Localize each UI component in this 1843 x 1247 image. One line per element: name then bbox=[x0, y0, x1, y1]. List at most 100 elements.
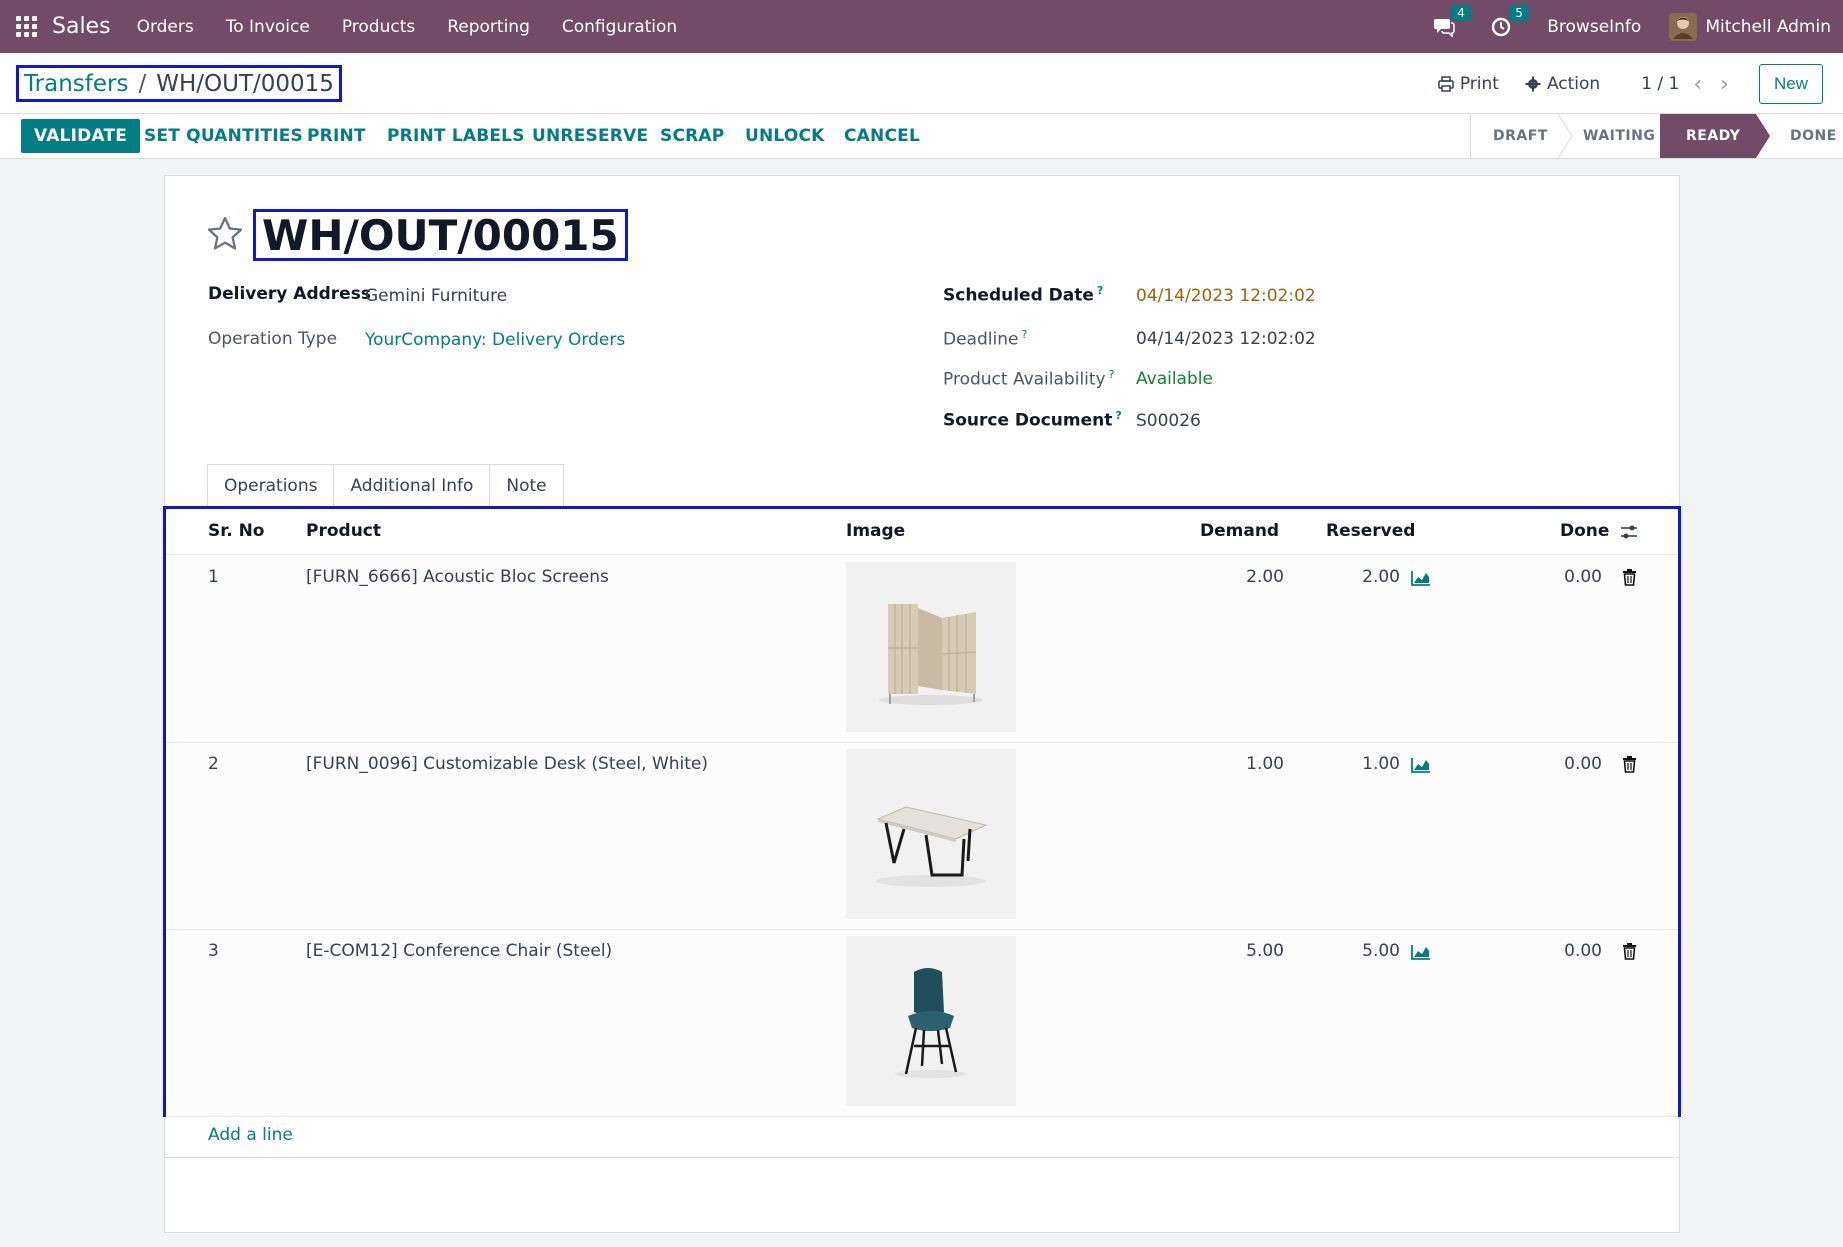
product-availability-value: Available bbox=[1136, 369, 1213, 389]
action-bar: VALIDATE SET QUANTITIES PRINT PRINT LABE… bbox=[0, 114, 1843, 159]
printer-icon bbox=[1438, 76, 1454, 92]
deadline-value[interactable]: 04/14/2023 12:02:02 bbox=[1136, 329, 1316, 349]
menu-configuration[interactable]: Configuration bbox=[562, 17, 677, 37]
delivery-address-value[interactable]: Gemini Furniture bbox=[365, 286, 507, 306]
row-reserved: 5.00 bbox=[1362, 941, 1400, 961]
help-icon[interactable]: ? bbox=[1115, 409, 1121, 422]
row-reserved: 1.00 bbox=[1362, 754, 1400, 774]
cancel-button[interactable]: CANCEL bbox=[844, 119, 920, 153]
row-done[interactable]: 0.00 bbox=[1542, 941, 1602, 961]
row-reserved: 2.00 bbox=[1362, 567, 1400, 587]
chair-image bbox=[895, 968, 967, 1078]
tab-additional-info[interactable]: Additional Info bbox=[334, 464, 491, 508]
stage-ready[interactable]: READY bbox=[1660, 114, 1756, 158]
trash-icon[interactable] bbox=[1622, 943, 1637, 960]
notebook-tabs: Operations Additional Info Note bbox=[207, 464, 564, 508]
acoustic-screen-image bbox=[879, 604, 983, 705]
user-menu[interactable]: Mitchell Admin bbox=[1705, 17, 1831, 37]
row-product[interactable]: [E-COM12] Conference Chair (Steel) bbox=[306, 941, 612, 961]
help-icon[interactable]: ? bbox=[1109, 368, 1115, 381]
star-icon[interactable] bbox=[205, 214, 245, 254]
action-menu-label: Action bbox=[1546, 74, 1601, 94]
tab-note[interactable]: Note bbox=[490, 464, 564, 508]
scrap-button[interactable]: SCRAP bbox=[660, 119, 724, 153]
menu-reporting[interactable]: Reporting bbox=[447, 17, 530, 37]
row-sr-no: 2 bbox=[208, 754, 219, 774]
messages-button[interactable]: 4 bbox=[1433, 4, 1471, 37]
forecast-chart-icon[interactable] bbox=[1411, 757, 1431, 773]
source-document-label: Source Document? bbox=[943, 409, 1122, 431]
row-product[interactable]: [FURN_6666] Acoustic Bloc Screens bbox=[306, 567, 609, 587]
operation-type-value[interactable]: YourCompany: Delivery Orders bbox=[365, 330, 625, 350]
stage-waiting[interactable]: WAITING bbox=[1559, 114, 1660, 158]
print-labels-button[interactable]: PRINT LABELS bbox=[387, 119, 525, 153]
menu-products[interactable]: Products bbox=[342, 17, 415, 37]
record-title: WH/OUT/00015 bbox=[253, 209, 628, 261]
print-menu-button[interactable]: Print bbox=[1438, 74, 1499, 94]
trash-icon[interactable] bbox=[1622, 569, 1637, 586]
print-menu-label: Print bbox=[1459, 74, 1499, 94]
column-product[interactable]: Product bbox=[306, 521, 381, 541]
action-menu-button[interactable]: Action bbox=[1525, 74, 1600, 94]
product-image[interactable] bbox=[846, 749, 1016, 919]
breadcrumb-separator: / bbox=[138, 70, 147, 97]
row-done[interactable]: 0.00 bbox=[1542, 754, 1602, 774]
control-panel: Transfers / WH/OUT/00015 Print Action 1 … bbox=[0, 53, 1843, 114]
app-name[interactable]: Sales bbox=[52, 14, 111, 39]
column-reserved[interactable]: Reserved bbox=[1326, 521, 1415, 541]
avatar[interactable] bbox=[1669, 12, 1698, 41]
help-icon[interactable]: ? bbox=[1097, 284, 1103, 297]
column-demand[interactable]: Demand bbox=[1200, 521, 1279, 541]
breadcrumb: Transfers / WH/OUT/00015 bbox=[16, 65, 342, 102]
product-image[interactable] bbox=[846, 562, 1016, 732]
table-row[interactable]: 3 [E-COM12] Conference Chair (Steel) 5.0… bbox=[166, 930, 1678, 1117]
pager-value[interactable]: 1 / 1 bbox=[1641, 74, 1679, 94]
trash-icon[interactable] bbox=[1622, 756, 1637, 773]
unreserve-button[interactable]: UNRESERVE bbox=[532, 119, 648, 153]
stage-draft[interactable]: DRAFT bbox=[1470, 114, 1559, 158]
clock-icon bbox=[1492, 17, 1511, 36]
print-button[interactable]: PRINT bbox=[307, 119, 366, 153]
column-image[interactable]: Image bbox=[846, 521, 905, 541]
column-done[interactable]: Done bbox=[1560, 521, 1609, 541]
row-demand[interactable]: 1.00 bbox=[1224, 754, 1284, 774]
product-image[interactable] bbox=[846, 936, 1016, 1106]
activities-button[interactable]: 5 bbox=[1491, 4, 1529, 37]
breadcrumb-transfers[interactable]: Transfers bbox=[24, 71, 128, 97]
tab-operations[interactable]: Operations bbox=[207, 464, 335, 508]
pager-next-icon[interactable]: › bbox=[1720, 72, 1729, 97]
gear-icon bbox=[1525, 76, 1541, 92]
row-sr-no: 1 bbox=[208, 567, 219, 587]
breadcrumb-current: WH/OUT/00015 bbox=[156, 70, 334, 97]
table-row[interactable]: 2 [FURN_0096] Customizable Desk (Steel, … bbox=[166, 743, 1678, 930]
forecast-chart-icon[interactable] bbox=[1411, 944, 1431, 960]
validate-button[interactable]: VALIDATE bbox=[21, 119, 141, 153]
scheduled-date-value[interactable]: 04/14/2023 12:02:02 bbox=[1136, 286, 1316, 306]
forecast-chart-icon[interactable] bbox=[1411, 570, 1431, 586]
new-button[interactable]: New bbox=[1758, 64, 1823, 104]
row-demand[interactable]: 2.00 bbox=[1224, 567, 1284, 587]
row-done[interactable]: 0.00 bbox=[1542, 567, 1602, 587]
table-row[interactable]: 1 [FURN_6666] Acoustic Bloc Screens 2.00… bbox=[166, 556, 1678, 743]
row-product[interactable]: [FURN_0096] Customizable Desk (Steel, Wh… bbox=[306, 754, 708, 774]
user-avatar-icon bbox=[1673, 16, 1694, 39]
menu-to-invoice[interactable]: To Invoice bbox=[226, 17, 310, 37]
source-document-value[interactable]: S00026 bbox=[1136, 411, 1201, 431]
help-icon[interactable]: ? bbox=[1021, 328, 1027, 341]
add-line-link[interactable]: Add a line bbox=[208, 1125, 293, 1145]
optional-columns-icon[interactable] bbox=[1620, 523, 1638, 541]
messages-badge: 4 bbox=[1451, 4, 1471, 21]
operation-type-label: Operation Type bbox=[208, 329, 338, 349]
set-quantities-button[interactable]: SET QUANTITIES bbox=[144, 119, 303, 153]
top-navbar: Sales Orders To Invoice Products Reporti… bbox=[0, 0, 1843, 53]
stage-active-arrow-icon bbox=[1756, 114, 1770, 158]
unlock-button[interactable]: UNLOCK bbox=[745, 119, 825, 153]
apps-grid-icon[interactable] bbox=[16, 15, 38, 38]
pager-previous-icon[interactable]: ‹ bbox=[1693, 72, 1702, 97]
product-availability-label: Product Availability? bbox=[943, 368, 1115, 390]
column-sr-no[interactable]: Sr. No bbox=[208, 521, 265, 541]
row-sr-no: 3 bbox=[208, 941, 219, 961]
menu-orders[interactable]: Orders bbox=[137, 17, 194, 37]
row-demand[interactable]: 5.00 bbox=[1224, 941, 1284, 961]
company-switcher[interactable]: BrowseInfo bbox=[1547, 17, 1641, 37]
